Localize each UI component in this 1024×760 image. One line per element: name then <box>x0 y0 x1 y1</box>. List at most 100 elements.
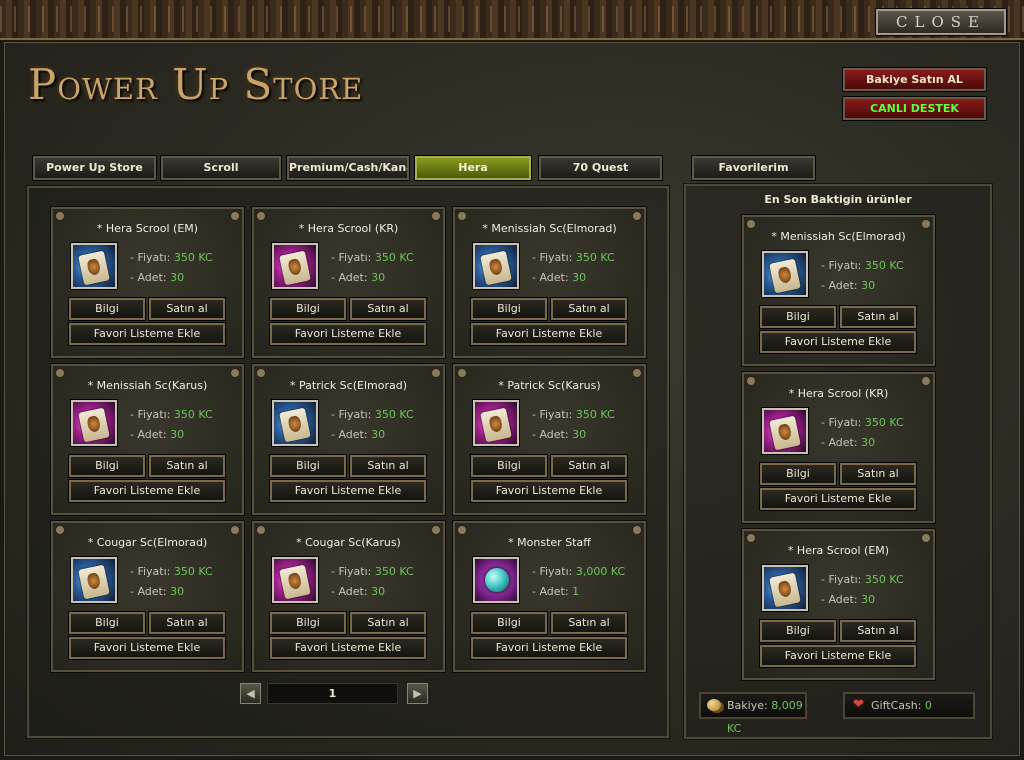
add-favorite-button[interactable]: Favori Listeme Ekle <box>470 322 628 346</box>
product-card: * Patrick Sc(Elmorad) - Fiyatı: 350 KC - A… <box>251 363 446 516</box>
gem-icon[interactable] <box>472 556 520 604</box>
price-label: - Fiyatı: <box>532 408 573 421</box>
info-button[interactable]: Bilgi <box>470 297 548 321</box>
info-button[interactable]: Bilgi <box>759 305 837 329</box>
scroll-icon[interactable] <box>271 556 319 604</box>
add-favorite-button[interactable]: Favori Listeme Ekle <box>68 322 226 346</box>
item-quantity: - Adet: 30 <box>532 428 586 441</box>
item-name: * Menissiah Sc(Elmorad) <box>482 222 617 235</box>
add-favorite-button[interactable]: Favori Listeme Ekle <box>269 479 427 503</box>
scroll-icon[interactable] <box>761 564 809 612</box>
scroll-icon[interactable] <box>70 399 118 447</box>
product-card: * Menissiah Sc(Karus) - Fiyatı: 350 KC - A… <box>50 363 245 516</box>
product-card: * Cougar Sc(Elmorad) - Fiyatı: 350 KC - Ad… <box>50 520 245 673</box>
tab-power-up-store[interactable]: Power Up Store <box>32 155 157 181</box>
item-name: * Patrick Sc(Elmorad) <box>290 379 407 392</box>
add-favorite-button[interactable]: Favori Listeme Ekle <box>269 636 427 660</box>
tab-scroll[interactable]: Scroll <box>160 155 282 181</box>
buy-balance-button[interactable]: Bakiye Satın AL <box>842 67 987 92</box>
buy-button[interactable]: Satın al <box>148 454 226 478</box>
buy-button[interactable]: Satın al <box>550 454 628 478</box>
tab-premium-cash-kana[interactable]: Premium/Cash/Kana <box>286 155 410 181</box>
scroll-icon[interactable] <box>761 250 809 298</box>
buy-button[interactable]: Satın al <box>148 297 226 321</box>
item-name: * Patrick Sc(Karus) <box>498 379 601 392</box>
price-label: - Fiyatı: <box>821 573 862 586</box>
close-button[interactable]: CLOSE <box>875 8 1007 36</box>
scroll-icon[interactable] <box>472 399 520 447</box>
product-card: * Cougar Sc(Karus) - Fiyatı: 350 KC - Adet… <box>251 520 446 673</box>
product-card: * Hera Scrool (EM) - Fiyatı: 350 KC - Adet… <box>50 206 245 359</box>
price-label: - Fiyatı: <box>331 251 372 264</box>
quantity-value: 30 <box>861 593 876 606</box>
giftcash-value: 0 <box>924 699 932 712</box>
item-price: - Fiyatı: 350 KC <box>331 251 414 264</box>
price-label: - Fiyatı: <box>331 565 372 578</box>
giftcash-label: GiftCash: <box>871 699 922 712</box>
next-page-button[interactable]: ▶ <box>407 683 428 704</box>
buy-button[interactable]: Satın al <box>839 619 917 643</box>
quantity-label: - Adet: <box>532 585 569 598</box>
info-button[interactable]: Bilgi <box>470 454 548 478</box>
buy-button[interactable]: Satın al <box>349 611 427 635</box>
scroll-icon[interactable] <box>271 399 319 447</box>
price-value: 350 KC <box>173 251 213 264</box>
quantity-label: - Adet: <box>821 279 858 292</box>
info-button[interactable]: Bilgi <box>269 611 347 635</box>
item-name: * Cougar Sc(Karus) <box>296 536 401 549</box>
price-value: 350 KC <box>374 408 414 421</box>
item-quantity: - Adet: 30 <box>821 279 875 292</box>
scroll-icon[interactable] <box>271 242 319 290</box>
buy-button[interactable]: Satın al <box>839 462 917 486</box>
scroll-icon[interactable] <box>70 242 118 290</box>
info-button[interactable]: Bilgi <box>269 297 347 321</box>
info-button[interactable]: Bilgi <box>759 619 837 643</box>
buy-button[interactable]: Satın al <box>349 454 427 478</box>
item-quantity: - Adet: 30 <box>532 271 586 284</box>
add-favorite-button[interactable]: Favori Listeme Ekle <box>68 636 226 660</box>
recent-item-card: * Hera Scrool (KR) - Fiyatı: 350 KC - Adet… <box>741 371 936 524</box>
item-quantity: - Adet: 30 <box>331 585 385 598</box>
tab-favorites[interactable]: Favorilerim <box>691 155 816 181</box>
quantity-label: - Adet: <box>130 585 167 598</box>
add-favorite-button[interactable]: Favori Listeme Ekle <box>269 322 427 346</box>
price-value: 350 KC <box>864 259 904 272</box>
item-price: - Fiyatı: 350 KC <box>532 251 615 264</box>
scroll-icon[interactable] <box>761 407 809 455</box>
scroll-icon[interactable] <box>70 556 118 604</box>
price-label: - Fiyatı: <box>532 565 573 578</box>
heart-icon: ❤ <box>853 697 864 712</box>
tab-70-quest[interactable]: 70 Quest <box>538 155 663 181</box>
item-price: - Fiyatı: 350 KC <box>130 408 213 421</box>
item-quantity: - Adet: 30 <box>130 271 184 284</box>
recent-items-title: En Son Baktigin ürünler <box>764 193 912 206</box>
live-support-button[interactable]: CANLI DESTEK <box>842 96 987 121</box>
add-favorite-button[interactable]: Favori Listeme Ekle <box>68 479 226 503</box>
scroll-icon[interactable] <box>472 242 520 290</box>
item-name: * Hera Scrool (KR) <box>788 387 889 400</box>
quantity-label: - Adet: <box>821 593 858 606</box>
info-button[interactable]: Bilgi <box>470 611 548 635</box>
add-favorite-button[interactable]: Favori Listeme Ekle <box>470 636 628 660</box>
info-button[interactable]: Bilgi <box>68 297 146 321</box>
tab-hera[interactable]: Hera <box>414 155 532 181</box>
buy-button[interactable]: Satın al <box>550 297 628 321</box>
buy-button[interactable]: Satın al <box>148 611 226 635</box>
info-button[interactable]: Bilgi <box>269 454 347 478</box>
buy-button[interactable]: Satın al <box>349 297 427 321</box>
prev-page-button[interactable]: ◀ <box>240 683 261 704</box>
item-quantity: - Adet: 30 <box>130 428 184 441</box>
buy-button[interactable]: Satın al <box>839 305 917 329</box>
add-favorite-button[interactable]: Favori Listeme Ekle <box>759 330 917 354</box>
add-favorite-button[interactable]: Favori Listeme Ekle <box>470 479 628 503</box>
info-button[interactable]: Bilgi <box>759 462 837 486</box>
price-label: - Fiyatı: <box>130 565 171 578</box>
add-favorite-button[interactable]: Favori Listeme Ekle <box>759 644 917 668</box>
buy-button[interactable]: Satın al <box>550 611 628 635</box>
add-favorite-button[interactable]: Favori Listeme Ekle <box>759 487 917 511</box>
price-value: 350 KC <box>374 565 414 578</box>
info-button[interactable]: Bilgi <box>68 454 146 478</box>
item-quantity: - Adet: 1 <box>532 585 579 598</box>
info-button[interactable]: Bilgi <box>68 611 146 635</box>
price-label: - Fiyatı: <box>821 416 862 429</box>
